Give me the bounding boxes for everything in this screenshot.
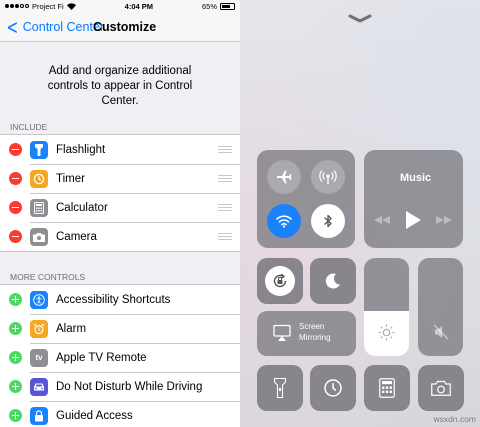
connectivity-module	[257, 150, 355, 248]
more-controls-section-header: MORE CONTROLS	[10, 272, 86, 282]
navigation-bar: < Control Center Customize	[0, 12, 240, 42]
carrier-label: Project Fi	[32, 1, 64, 11]
control-center-pane: Music Screen Mirroring wsxdn.com	[240, 0, 480, 427]
add-button[interactable]	[9, 351, 22, 364]
more-row-alarm: Alarm	[0, 314, 240, 343]
row-label: Camera	[56, 230, 97, 243]
row-label: Calculator	[56, 201, 108, 214]
row-label: Accessibility Shortcuts	[56, 293, 171, 306]
camera-icon	[30, 227, 48, 246]
timer-icon	[324, 379, 342, 397]
row-label: Alarm	[56, 322, 87, 335]
do-not-disturb-button[interactable]	[310, 258, 356, 304]
add-button[interactable]	[9, 322, 22, 335]
car-icon	[30, 377, 48, 396]
rotation-lock-button[interactable]	[257, 258, 303, 304]
airplane-icon	[277, 170, 292, 184]
accessibility-icon	[30, 290, 48, 309]
watermark: wsxdn.com	[433, 414, 476, 424]
reorder-handle[interactable]	[218, 175, 232, 182]
back-button-label: Control Center	[22, 19, 105, 34]
wifi-toggle[interactable]	[267, 204, 301, 238]
remove-button[interactable]	[9, 230, 22, 243]
include-row-flashlight: Flashlight	[0, 135, 240, 164]
play-icon[interactable]	[405, 211, 421, 229]
more-row-guided-access: Guided Access	[0, 401, 240, 427]
include-list: Flashlight Timer Calculator Camera	[0, 134, 240, 252]
more-controls-list: Accessibility Shortcuts Alarm tv Apple T…	[0, 284, 240, 427]
row-label: Guided Access	[56, 409, 133, 422]
cellular-data-toggle[interactable]	[311, 160, 345, 194]
chevron-down-icon[interactable]	[348, 14, 372, 24]
alarm-icon	[30, 319, 48, 338]
page-title: Customize	[93, 19, 157, 34]
description-text: Add and organize additional controls to …	[47, 65, 193, 107]
airplane-mode-toggle[interactable]	[267, 160, 301, 194]
moon-icon	[325, 273, 340, 289]
wifi-status-icon	[66, 2, 76, 10]
more-row-do-not-disturb-driving: Do Not Disturb While Driving	[0, 372, 240, 401]
battery-icon	[220, 2, 235, 10]
timer-button[interactable]	[310, 365, 356, 411]
row-label: Timer	[56, 172, 85, 185]
rewind-icon[interactable]	[374, 216, 390, 224]
brightness-icon	[378, 324, 395, 341]
calculator-button[interactable]	[364, 365, 410, 411]
screen-mirroring-button[interactable]: Screen Mirroring	[257, 311, 356, 356]
timer-icon	[30, 169, 48, 188]
fast-forward-icon[interactable]	[436, 216, 452, 224]
flashlight-icon	[30, 140, 48, 159]
back-button[interactable]: < Control Center	[0, 14, 105, 39]
flashlight-button[interactable]	[257, 365, 303, 411]
calculator-icon	[379, 378, 395, 398]
row-label: Apple TV Remote	[56, 351, 147, 364]
music-module[interactable]: Music	[364, 150, 463, 248]
wifi-icon	[276, 215, 292, 228]
flashlight-icon	[274, 378, 286, 398]
reorder-handle[interactable]	[218, 233, 232, 240]
bluetooth-icon	[324, 214, 332, 228]
remove-button[interactable]	[9, 143, 22, 156]
add-button[interactable]	[9, 409, 22, 422]
row-label: Flashlight	[56, 143, 106, 156]
include-row-camera: Camera	[0, 222, 240, 251]
lock-icon	[30, 406, 48, 425]
include-section-header: INCLUDE	[10, 122, 48, 132]
music-title: Music	[400, 172, 432, 184]
status-bar: Project Fi 4:04 PM 65%	[0, 0, 240, 12]
apple-tv-icon: tv	[30, 348, 48, 367]
cellular-icon	[319, 170, 337, 184]
calculator-icon	[30, 198, 48, 217]
add-button[interactable]	[9, 380, 22, 393]
remove-button[interactable]	[9, 201, 22, 214]
row-label: Do Not Disturb While Driving	[56, 380, 203, 393]
camera-icon	[431, 380, 451, 396]
brightness-slider[interactable]	[364, 258, 409, 356]
chevron-left-icon: <	[6, 14, 19, 39]
mute-icon	[433, 324, 449, 340]
signal-icon	[5, 4, 29, 8]
camera-button[interactable]	[418, 365, 464, 411]
remove-button[interactable]	[9, 172, 22, 185]
reorder-handle[interactable]	[218, 146, 232, 153]
bluetooth-toggle[interactable]	[311, 204, 345, 238]
status-time: 4:04 PM	[124, 1, 154, 11]
settings-pane: Project Fi 4:04 PM 65% < Control Center …	[0, 0, 240, 427]
reorder-handle[interactable]	[218, 204, 232, 211]
screen-mirroring-label: Screen Mirroring	[299, 322, 331, 342]
include-row-timer: Timer	[0, 164, 240, 193]
volume-slider[interactable]	[418, 258, 463, 356]
more-row-apple-tv-remote: tv Apple TV Remote	[0, 343, 240, 372]
include-row-calculator: Calculator	[0, 193, 240, 222]
add-button[interactable]	[9, 293, 22, 306]
rotation-lock-icon	[273, 273, 287, 288]
screen-mirroring-icon	[273, 324, 291, 341]
battery-percent: 65%	[201, 1, 217, 11]
more-row-accessibility-shortcuts: Accessibility Shortcuts	[0, 285, 240, 314]
